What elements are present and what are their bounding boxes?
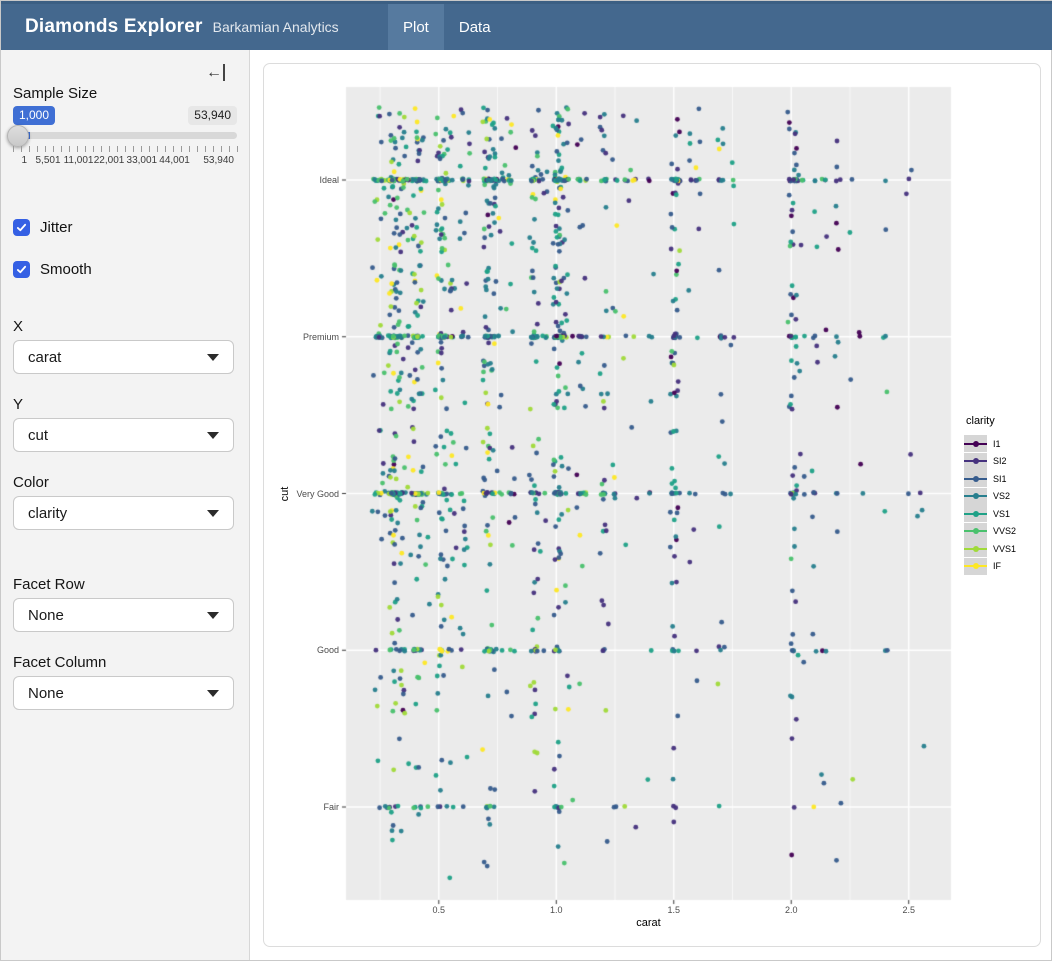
chevron-down-icon xyxy=(207,612,219,619)
legend-key-icon xyxy=(964,470,987,487)
legend-key-icon xyxy=(964,453,987,470)
y-tick-label: Ideal xyxy=(319,175,339,185)
slider-tick-marks xyxy=(13,146,237,153)
x-select[interactable]: carat xyxy=(13,340,234,374)
color-select-value: clarity xyxy=(28,505,207,522)
y-select[interactable]: cut xyxy=(13,418,234,452)
legend-title: clarity xyxy=(966,415,1016,427)
legend-item-si1: SI1 xyxy=(964,470,1016,487)
sidebar-collapse-button[interactable]: ← xyxy=(206,64,225,82)
tab-data[interactable]: Data xyxy=(444,4,506,50)
slider-grid-label: 53,940 xyxy=(203,155,234,166)
facet-row-select-value: None xyxy=(28,607,207,624)
slider-max-badge: 53,940 xyxy=(188,106,237,125)
legend-label: SI1 xyxy=(993,474,1007,484)
x-tick-label: 2.5 xyxy=(902,905,915,915)
facet-column-select[interactable]: None xyxy=(13,676,234,710)
legend-key-icon xyxy=(964,435,987,452)
y-axis-title: cut xyxy=(279,487,291,502)
slider-badges: 1,000 53,940 xyxy=(13,106,237,125)
smooth-label: Smooth xyxy=(40,261,92,278)
x-tick-label: 0.5 xyxy=(433,905,446,915)
y-tick-label: Good xyxy=(317,645,339,655)
sample-size-slider-track[interactable] xyxy=(13,132,237,139)
clarity-legend: clarity I1 SI2 SI1 VS2 VS1 VVS2 VVS1 IF xyxy=(964,415,1016,575)
chevron-down-icon xyxy=(207,354,219,361)
x-tick-label: 2.0 xyxy=(785,905,798,915)
facet-row-select-label: Facet Row xyxy=(13,576,85,593)
y-select-value: cut xyxy=(28,427,207,444)
legend-item-i1: I1 xyxy=(964,435,1016,452)
legend-label: VS2 xyxy=(993,491,1010,501)
chevron-down-icon xyxy=(207,690,219,697)
facet-column-select-value: None xyxy=(28,685,207,702)
app-subtitle: Barkamian Analytics xyxy=(213,19,339,35)
legend-items: I1 SI2 SI1 VS2 VS1 VVS2 VVS1 IF xyxy=(964,435,1016,575)
checkbox-checked-icon xyxy=(13,261,30,278)
legend-item-vs1: VS1 xyxy=(964,505,1016,522)
tab-plot[interactable]: Plot xyxy=(388,4,444,50)
legend-item-if: IF xyxy=(964,558,1016,575)
y-tick-label: Very Good xyxy=(296,489,339,499)
color-select[interactable]: clarity xyxy=(13,496,234,530)
legend-label: VVS1 xyxy=(993,544,1016,554)
app-title: Diamonds Explorer xyxy=(25,16,203,38)
legend-item-si2: SI2 xyxy=(964,453,1016,470)
legend-label: VS1 xyxy=(993,509,1010,519)
y-tick-label: Fair xyxy=(324,802,340,812)
diamonds-scatter-plot xyxy=(264,64,1041,947)
legend-label: I1 xyxy=(993,439,1001,449)
collapse-left-icon: ← xyxy=(206,64,225,81)
chevron-down-icon xyxy=(207,432,219,439)
legend-key-icon xyxy=(964,540,987,557)
slider-grid-label: 1 xyxy=(22,155,28,166)
x-tick-label: 1.5 xyxy=(667,905,680,915)
facet-row-select[interactable]: None xyxy=(13,598,234,632)
slider-grid-label: 33,001 xyxy=(127,155,158,166)
legend-key-icon xyxy=(964,523,987,540)
chevron-down-icon xyxy=(207,510,219,517)
checkbox-checked-icon xyxy=(13,219,30,236)
jitter-label: Jitter xyxy=(40,219,73,236)
slider-value-badge: 1,000 xyxy=(13,106,55,125)
x-select-value: carat xyxy=(28,349,207,366)
legend-key-icon xyxy=(964,505,987,522)
legend-key-icon xyxy=(964,488,987,505)
y-tick-label: Premium xyxy=(303,332,339,342)
sample-size-label: Sample Size xyxy=(13,85,97,102)
slider-grid-label: 5,501 xyxy=(36,155,61,166)
app-window: Diamonds Explorer Barkamian Analytics Pl… xyxy=(0,0,1052,961)
legend-label: IF xyxy=(993,561,1001,571)
color-select-label: Color xyxy=(13,474,49,491)
slider-grid-labels: 1 5,50111,00122,00133,00144,001 53,940 xyxy=(13,155,239,167)
sample-size-slider-handle[interactable] xyxy=(7,125,29,147)
y-select-label: Y xyxy=(13,396,23,413)
main-content: Ideal Premium Very Good Good Fair 0.5 1.0 1.5 2… xyxy=(251,50,1051,960)
navbar: Diamonds Explorer Barkamian Analytics Pl… xyxy=(1,1,1052,50)
legend-key-icon xyxy=(964,558,987,575)
jitter-checkbox[interactable]: Jitter xyxy=(13,219,73,236)
x-select-label: X xyxy=(13,318,23,335)
nav-tabs: Plot Data xyxy=(388,4,506,50)
legend-item-vs2: VS2 xyxy=(964,488,1016,505)
legend-label: VVS2 xyxy=(993,526,1016,536)
sidebar: ← Sample Size 1,000 53,940 1 5,50111,0012… xyxy=(1,50,250,960)
slider-grid-label: 11,001 xyxy=(64,155,94,166)
slider-grid-label: 22,001 xyxy=(94,155,125,166)
legend-label: SI2 xyxy=(993,456,1007,466)
slider-grid-label: 44,001 xyxy=(159,155,190,166)
x-tick-label: 1.0 xyxy=(550,905,563,915)
legend-item-vvs1: VVS1 xyxy=(964,540,1016,557)
legend-item-vvs2: VVS2 xyxy=(964,523,1016,540)
smooth-checkbox[interactable]: Smooth xyxy=(13,261,92,278)
brand: Diamonds Explorer Barkamian Analytics xyxy=(1,16,339,38)
x-axis-title: carat xyxy=(636,917,660,929)
plot-card: Ideal Premium Very Good Good Fair 0.5 1.0 1.5 2… xyxy=(263,63,1041,947)
facet-column-select-label: Facet Column xyxy=(13,654,106,671)
